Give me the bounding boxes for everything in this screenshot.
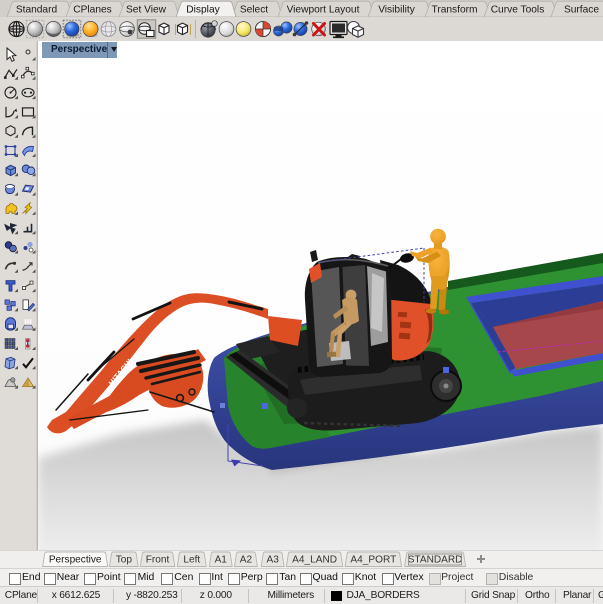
svg-text:Transform: Transform (431, 5, 477, 16)
svg-text:Surface: Surface (564, 5, 599, 16)
svg-text:Select: Select (240, 5, 268, 16)
svg-text:Front: Front (146, 555, 170, 566)
svg-text:Standard: Standard (16, 5, 58, 16)
svg-text:Perspective: Perspective (49, 555, 102, 566)
svg-text:Left: Left (183, 555, 200, 566)
svg-text:A3: A3 (266, 555, 279, 566)
svg-text:STANDARD: STANDARD (408, 555, 463, 566)
svg-text:A1: A1 (215, 555, 228, 566)
svg-text:Display: Display (186, 5, 220, 16)
svg-text:Top: Top (116, 555, 133, 566)
svg-text:Curve Tools: Curve Tools (491, 5, 545, 16)
svg-text:A4_PORT: A4_PORT (350, 555, 396, 566)
svg-text:CPlanes: CPlanes (73, 5, 112, 16)
svg-text:Set View: Set View (126, 5, 167, 16)
svg-text:A4_LAND: A4_LAND (292, 555, 337, 566)
svg-text:A2: A2 (240, 555, 253, 566)
svg-text:Viewport Layout: Viewport Layout (287, 5, 360, 16)
svg-text:Visibility: Visibility (378, 5, 416, 16)
